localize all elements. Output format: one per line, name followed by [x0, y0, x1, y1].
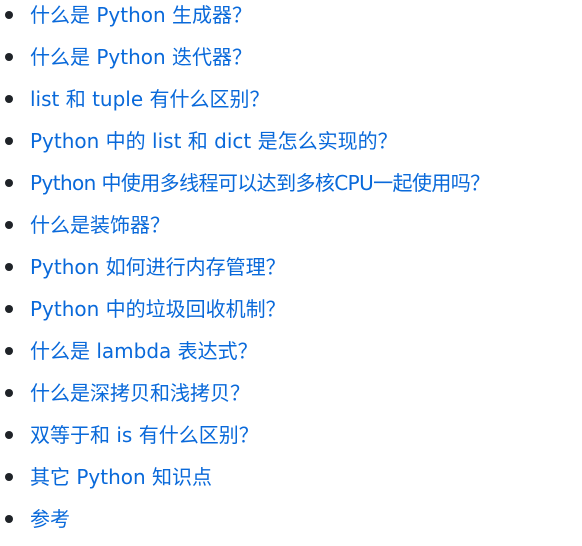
toc-link-python-iterator[interactable]: 什么是 Python 迭代器？ — [30, 45, 252, 69]
toc-link-other-python-topics[interactable]: 其它 Python 知识点 — [30, 465, 212, 489]
bullet-icon — [5, 11, 13, 19]
bullet-icon — [5, 305, 13, 313]
toc-link-equals-vs-is[interactable]: 双等于和 is 有什么区别？ — [30, 423, 259, 447]
toc-link-lambda-expression[interactable]: 什么是 lambda 表达式？ — [30, 339, 258, 363]
list-item: 什么是深拷贝和浅拷贝？ — [0, 378, 582, 420]
bullet-icon — [5, 263, 13, 271]
list-item: 参考 — [0, 504, 582, 546]
bullet-icon — [5, 473, 13, 481]
list-item: Python 中的垃圾回收机制？ — [0, 294, 582, 336]
toc-link-deep-shallow-copy[interactable]: 什么是深拷贝和浅拷贝？ — [30, 381, 250, 405]
list-item: 什么是装饰器？ — [0, 210, 582, 252]
list-item: 什么是 Python 生成器？ — [0, 0, 582, 42]
list-item: 什么是 lambda 表达式？ — [0, 336, 582, 378]
bullet-icon — [5, 53, 13, 61]
list-item: 双等于和 is 有什么区别？ — [0, 420, 582, 462]
toc-link-memory-management[interactable]: Python 如何进行内存管理？ — [30, 255, 286, 279]
table-of-contents: 什么是 Python 生成器？ 什么是 Python 迭代器？ list 和 t… — [0, 0, 582, 546]
bullet-icon — [5, 95, 13, 103]
list-item: Python 中的 list 和 dict 是怎么实现的？ — [0, 126, 582, 168]
toc-link-multithreading-multicore[interactable]: Python 中使用多线程可以达到多核CPU一起使用吗？ — [30, 171, 490, 195]
toc-link-decorator[interactable]: 什么是装饰器？ — [30, 213, 170, 237]
list-item: 其它 Python 知识点 — [0, 462, 582, 504]
toc-link-list-vs-tuple[interactable]: list 和 tuple 有什么区别？ — [30, 87, 270, 111]
bullet-icon — [5, 515, 13, 523]
list-item: 什么是 Python 迭代器？ — [0, 42, 582, 84]
toc-link-garbage-collection[interactable]: Python 中的垃圾回收机制？ — [30, 297, 286, 321]
toc-link-python-generator[interactable]: 什么是 Python 生成器？ — [30, 3, 252, 27]
bullet-icon — [5, 179, 13, 187]
toc-link-list-dict-implementation[interactable]: Python 中的 list 和 dict 是怎么实现的？ — [30, 129, 398, 153]
bullet-icon — [5, 347, 13, 355]
bullet-icon — [5, 431, 13, 439]
toc-link-references[interactable]: 参考 — [30, 507, 70, 531]
list-item: list 和 tuple 有什么区别？ — [0, 84, 582, 126]
bullet-icon — [5, 221, 13, 229]
list-item: Python 如何进行内存管理？ — [0, 252, 582, 294]
bullet-icon — [5, 137, 13, 145]
list-item: Python 中使用多线程可以达到多核CPU一起使用吗？ — [0, 168, 582, 210]
bullet-icon — [5, 389, 13, 397]
